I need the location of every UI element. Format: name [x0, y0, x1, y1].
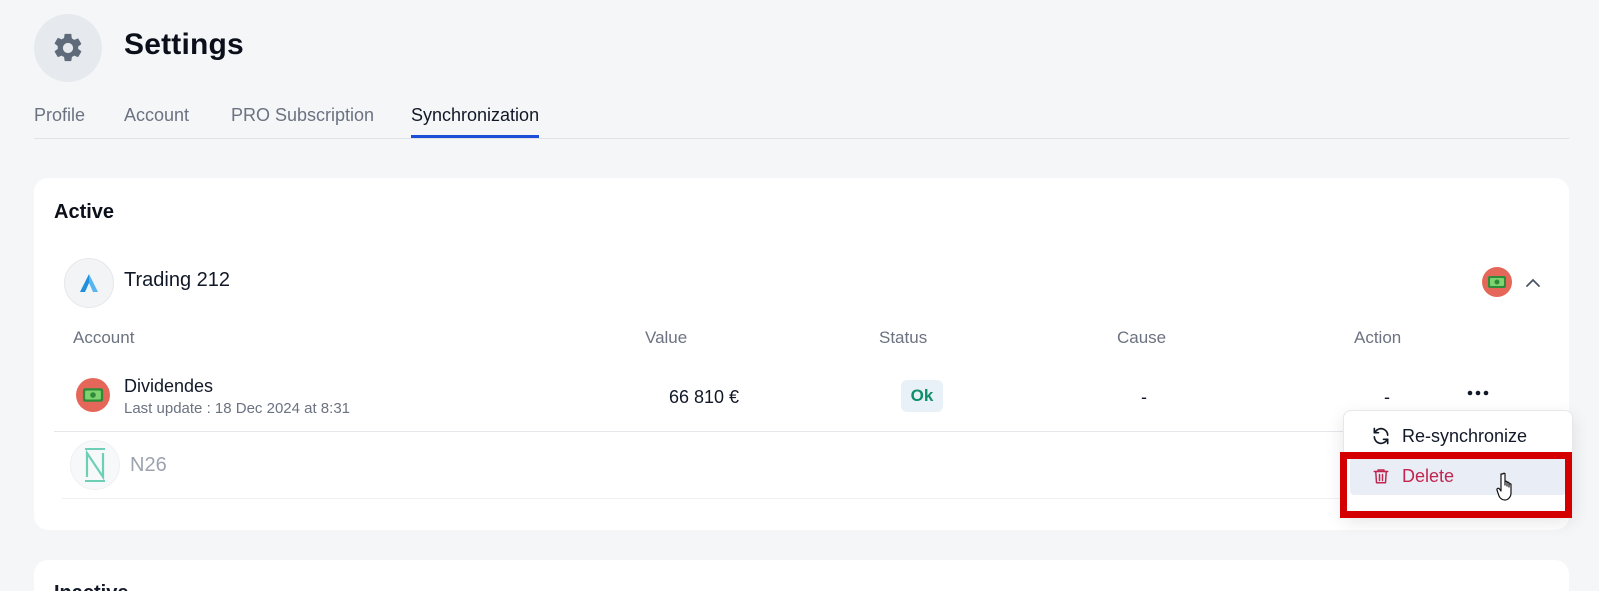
column-header-account: Account: [73, 328, 135, 347]
n26-logo: [70, 440, 120, 490]
account-icon: [76, 378, 110, 412]
cash-icon: [1488, 276, 1506, 288]
trash-icon: [1370, 465, 1392, 487]
column-header-cause: Cause: [1117, 328, 1167, 347]
trading212-logo-icon: [80, 274, 98, 292]
account-action: -: [1384, 387, 1390, 407]
account-type-badge: [1482, 267, 1512, 297]
column-header-status: Status: [879, 328, 928, 347]
gear-icon: [54, 33, 82, 62]
status-badge: Ok: [901, 380, 943, 412]
account-cause: -: [1141, 387, 1147, 407]
n26-logo-icon: [85, 448, 105, 482]
broker-name: Trading 212: [124, 269, 230, 291]
row-divider: [54, 431, 1544, 432]
menu-item-delete[interactable]: Delete: [1350, 457, 1566, 495]
tab-account[interactable]: Account: [124, 105, 189, 138]
menu-item-label: Delete: [1402, 465, 1455, 486]
section-title-active: Active: [54, 201, 115, 223]
row-divider: [62, 498, 1362, 499]
active-section-card: Active Trading 212 Account Value Status …: [34, 178, 1569, 530]
account-value: 66 810 €: [668, 387, 740, 407]
more-options-button[interactable]: [1460, 378, 1496, 408]
column-header-value: Value: [645, 328, 688, 347]
refresh-icon: [1370, 425, 1392, 447]
cash-icon: [82, 388, 104, 402]
account-last-update: Last update : 18 Dec 2024 at 8:31: [124, 400, 351, 417]
account-name: Dividendes: [124, 376, 214, 396]
collapse-chevron-up-icon[interactable]: [1522, 272, 1544, 294]
column-header-action: Action: [1354, 328, 1402, 347]
inactive-section-card: Inactive: [34, 560, 1569, 591]
hand-pointer-cursor-icon: [1496, 472, 1512, 501]
settings-tabs: Profile Account PRO Subscription Synchro…: [34, 102, 1569, 139]
menu-item-label: Re-synchronize: [1402, 425, 1528, 446]
settings-gear-avatar: [34, 14, 102, 82]
settings-page: Settings Profile Account PRO Subscriptio…: [0, 0, 1599, 591]
section-title-inactive: Inactive: [54, 582, 128, 591]
menu-item-resynchronize[interactable]: Re-synchronize: [1350, 417, 1566, 455]
tab-pro-subscription[interactable]: PRO Subscription: [231, 105, 374, 138]
tab-profile[interactable]: Profile: [34, 105, 85, 138]
trading212-logo: [64, 258, 114, 308]
row-actions-menu: Re-synchronize Delete: [1343, 410, 1573, 516]
more-horizontal-icon: [1467, 390, 1489, 396]
tab-synchronization[interactable]: Synchronization: [411, 105, 540, 138]
page-title: Settings: [124, 28, 244, 61]
broker-name-n26: N26: [130, 454, 167, 476]
